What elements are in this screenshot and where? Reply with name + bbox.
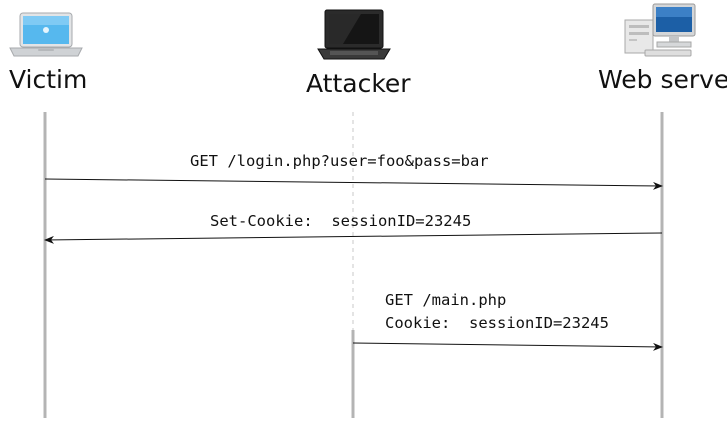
server-label: Web server	[598, 65, 727, 94]
login-request-label: GET /login.php?user=foo&pass=bar	[190, 152, 489, 170]
attacker-label: Attacker	[306, 69, 411, 98]
hijack-cookie-line: Cookie: sessionID=23245	[385, 314, 609, 332]
victim-label: Victim	[9, 65, 88, 94]
hijack-request-arrow	[352, 342, 663, 351]
laptop-icon	[8, 12, 84, 64]
desktop-computer-icon	[621, 3, 701, 63]
set-cookie-label: Set-Cookie: sessionID=23245	[210, 212, 472, 230]
laptop-dark-icon	[316, 9, 392, 65]
hijack-request-line: GET /main.php	[385, 291, 507, 309]
